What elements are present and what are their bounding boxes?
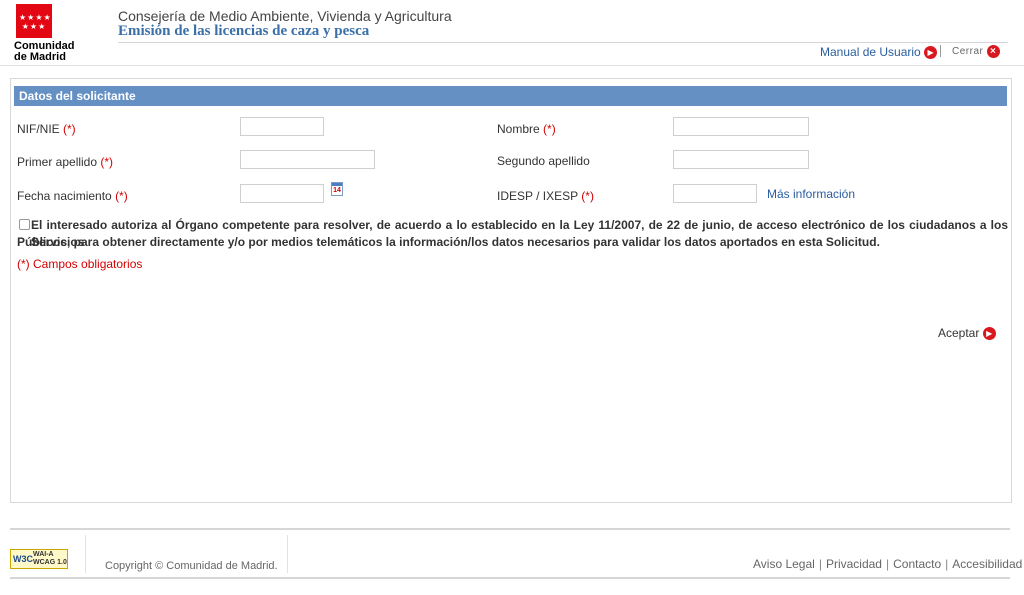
logo-text: Comunidad de Madrid	[14, 41, 75, 63]
required-mark: (*)	[100, 155, 114, 169]
calendar-icon[interactable]: 14	[331, 182, 343, 196]
calendar-day: 14	[333, 187, 341, 194]
header-separator	[940, 45, 941, 57]
close-label[interactable]: Cerrar	[952, 46, 983, 57]
accept-button[interactable]: Aceptar ▶	[938, 326, 996, 341]
fecha-nacimiento-input[interactable]	[240, 184, 324, 203]
footer-link-separator: |	[885, 557, 890, 571]
footer-links: Aviso Legal | Privacidad | Contacto | Accesibi…	[753, 557, 1022, 571]
footer-link-separator: |	[945, 557, 949, 571]
required-mark: (*)	[543, 122, 556, 136]
manual-link[interactable]: Manual de Usuario ▶	[820, 45, 938, 60]
close-circle-icon[interactable]: ×	[986, 45, 1000, 58]
footer-link-accesibilidad[interactable]: Accesibilidad	[952, 557, 1022, 571]
required-note: (*) Campos obligatorios	[17, 257, 143, 271]
top-divider	[0, 65, 1024, 66]
play-circle-icon[interactable]: ▶	[924, 46, 938, 60]
idesp-label: IDESP / IXESP (*)	[497, 189, 594, 203]
nombre-input[interactable]	[673, 117, 809, 136]
department-name: Consejería de Medio Ambiente, Vivienda y…	[118, 8, 452, 24]
required-mark: (*)	[581, 189, 594, 203]
fecha-label: Fecha nacimiento (*)	[17, 189, 128, 203]
close-link[interactable]: Cerrar ×	[952, 45, 1000, 58]
required-mark: (*)	[63, 122, 76, 136]
consent-checkbox[interactable]	[19, 219, 30, 230]
header-divider	[118, 42, 1008, 43]
primer-apellido-label-text: Primer apellido	[17, 155, 98, 169]
footer-link-privacidad[interactable]: Privacidad	[826, 557, 882, 571]
footer-bottom-divider	[10, 577, 1010, 579]
copyright: Copyright © Comunidad de Madrid.	[105, 560, 278, 572]
primer-apellido-input[interactable]	[240, 150, 375, 169]
logo-text-line2: de Madrid	[14, 51, 66, 63]
wai-badge-w3c: W3C	[13, 554, 33, 564]
manual-label[interactable]: Manual de Usuario	[820, 45, 921, 59]
nombre-label-text: Nombre	[497, 122, 540, 136]
wai-a-badge-icon[interactable]: W3C WAI-A WCAG 1.0	[10, 549, 68, 569]
wai-badge-line2: WCAG 1.0	[33, 559, 67, 566]
nif-label: NIF/NIE (*)	[17, 122, 76, 136]
segundo-apellido-input[interactable]	[673, 150, 809, 169]
consent-text-line2: Públicos, para obtener directamente y/o …	[17, 235, 880, 249]
page-title: Emisión de las licencias de caza y pesca	[118, 23, 370, 39]
wai-badge-line1: WAI-A	[33, 551, 54, 558]
wai-badge-text: WAI-A WCAG 1.0	[33, 551, 67, 567]
nombre-label: Nombre (*)	[497, 122, 556, 136]
madrid-flag-icon: ★★★★ ★★★	[16, 4, 52, 38]
play-circle-icon[interactable]: ▶	[982, 327, 996, 341]
footer-separator	[85, 535, 86, 573]
footer-link-contacto[interactable]: Contacto	[893, 557, 941, 571]
form-panel	[10, 78, 1012, 503]
footer-link-aviso-legal[interactable]: Aviso Legal	[753, 557, 815, 571]
segundo-apellido-label: Segundo apellido	[497, 154, 590, 168]
nif-label-text: NIF/NIE	[17, 122, 60, 136]
accept-label[interactable]: Aceptar	[938, 326, 979, 340]
footer-top-divider	[10, 528, 1010, 530]
nif-input[interactable]	[240, 117, 324, 136]
segundo-apellido-label-text: Segundo apellido	[497, 154, 590, 168]
primer-apellido-label: Primer apellido (*)	[17, 155, 113, 169]
idesp-label-text: IDESP / IXESP	[497, 189, 578, 203]
footer-link-separator: |	[818, 557, 822, 571]
required-mark: (*)	[115, 189, 128, 203]
more-info-link[interactable]: Más información	[767, 187, 855, 201]
idesp-input[interactable]	[673, 184, 757, 203]
fecha-label-text: Fecha nacimiento	[17, 189, 112, 203]
section-title: Datos del solicitante	[14, 86, 1007, 106]
footer-separator	[287, 535, 288, 573]
